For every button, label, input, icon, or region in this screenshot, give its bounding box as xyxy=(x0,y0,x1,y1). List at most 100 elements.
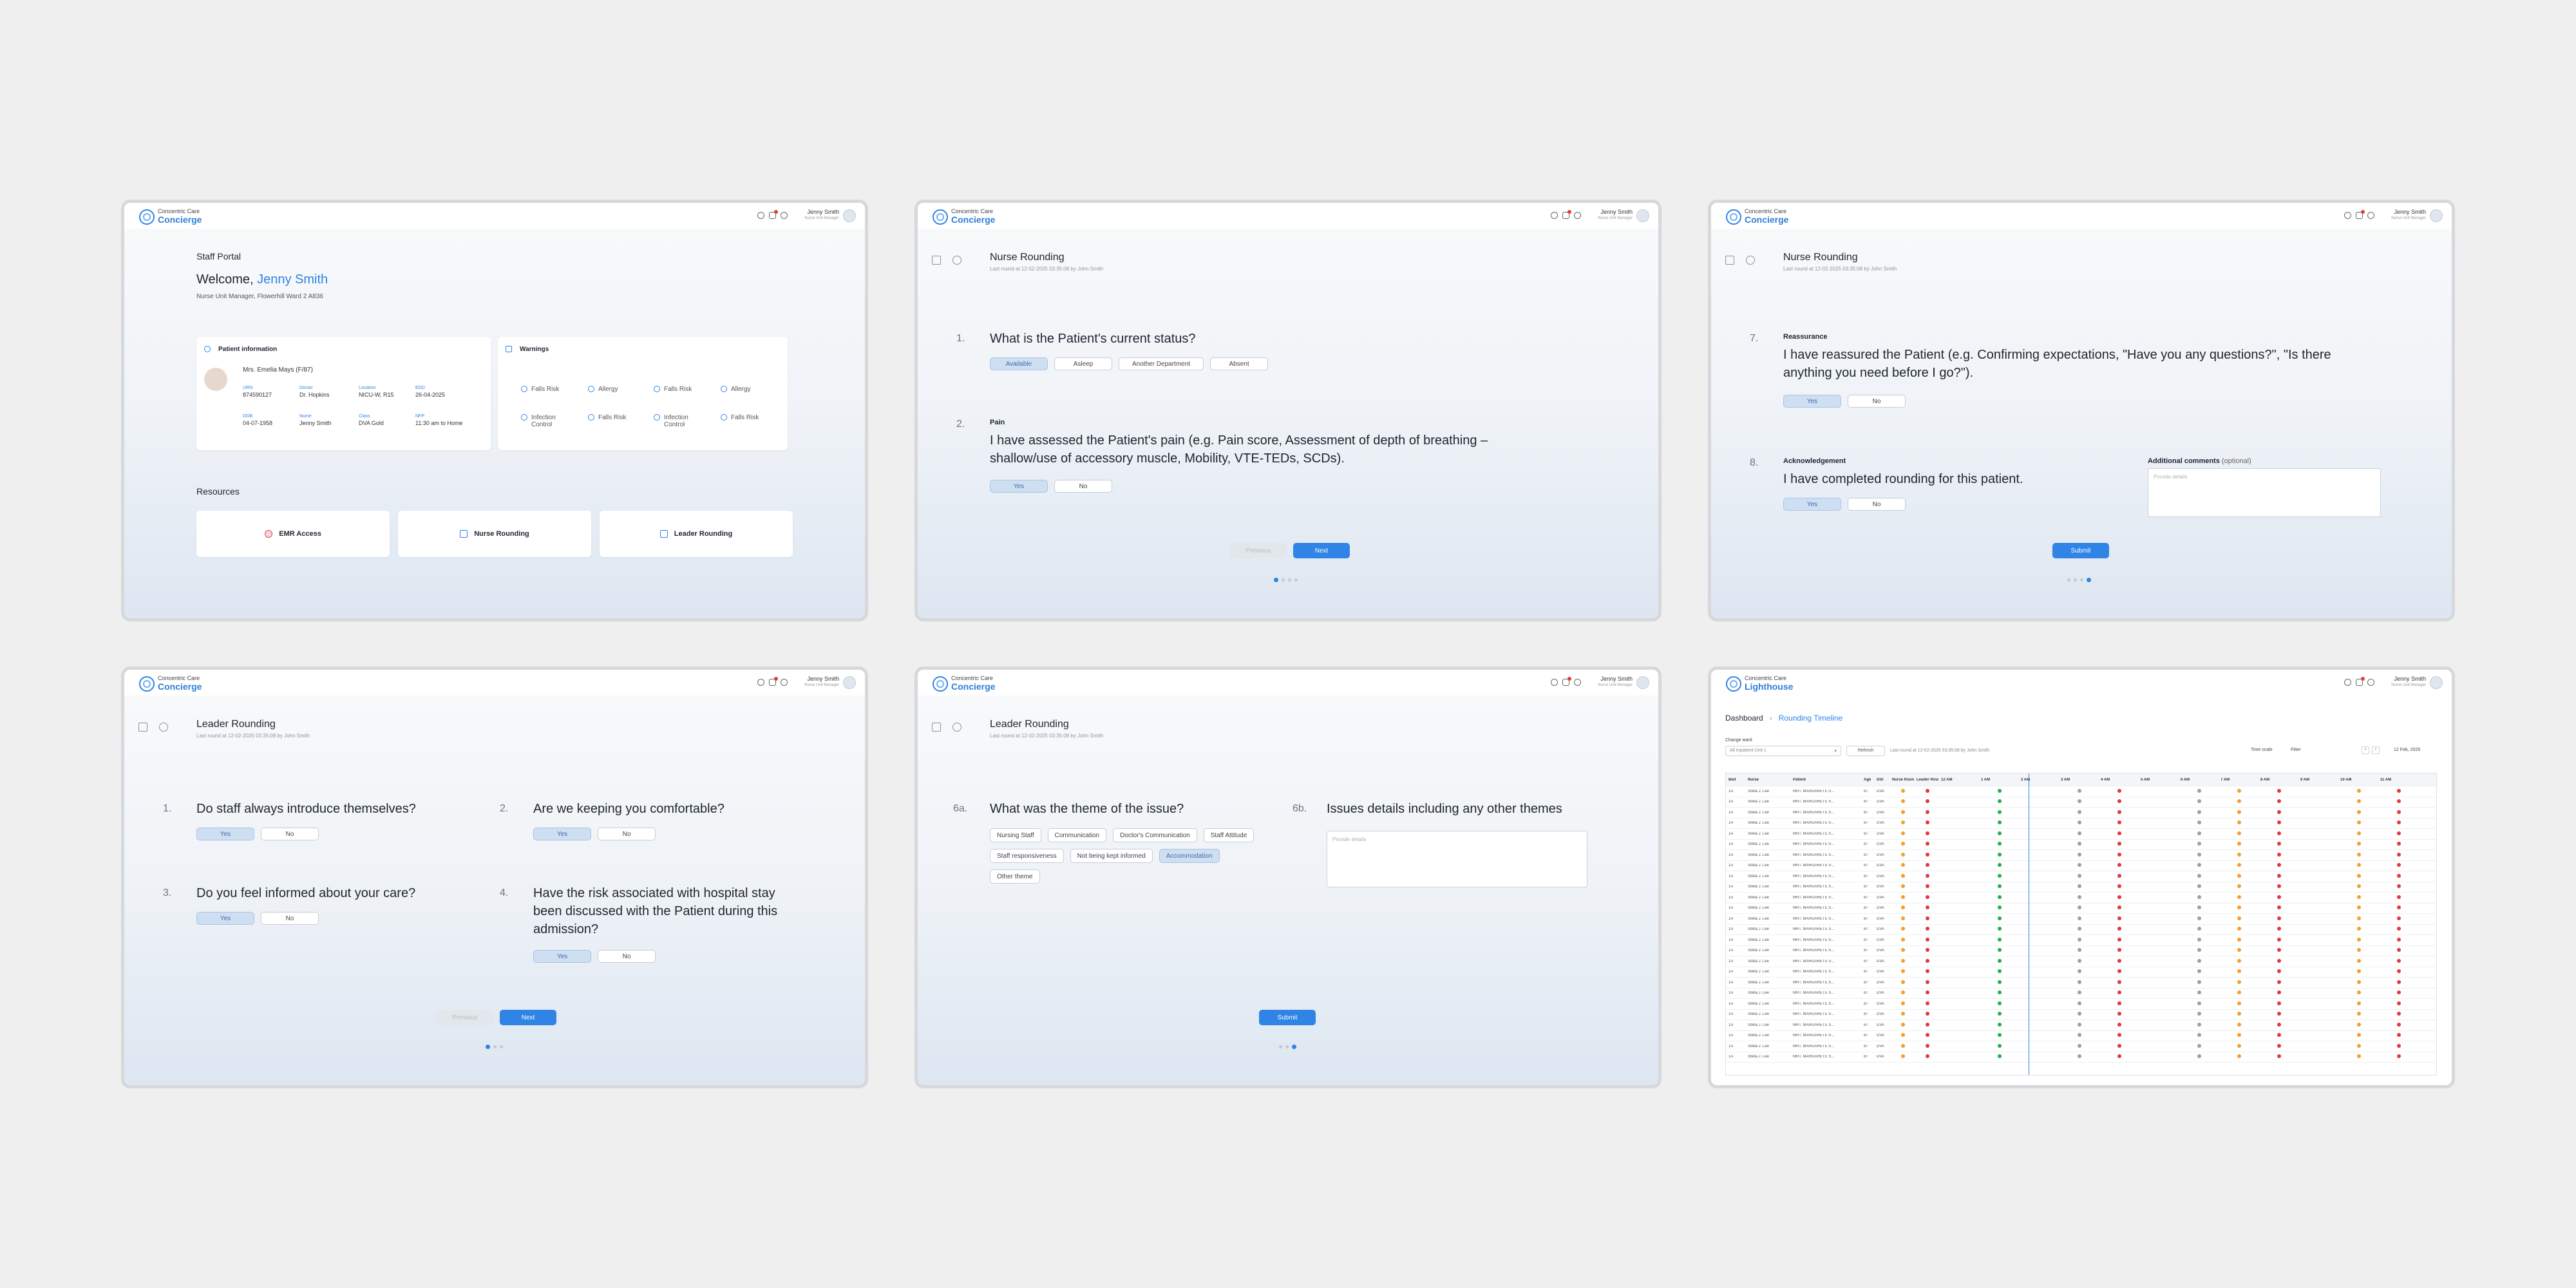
status-dot[interactable] xyxy=(1998,895,2002,899)
status-dot[interactable] xyxy=(2357,788,2361,793)
comments-textarea[interactable]: Provide details xyxy=(2148,468,2381,517)
status-dot[interactable] xyxy=(2117,895,2121,899)
settings-gear-icon[interactable] xyxy=(2367,679,2374,686)
status-dot[interactable] xyxy=(1926,873,1929,878)
status-dot[interactable] xyxy=(2197,884,2201,889)
yes-button[interactable]: Yes xyxy=(196,828,254,840)
issue-details-textarea[interactable]: Provide details xyxy=(1327,831,1587,887)
status-dot[interactable] xyxy=(2397,916,2401,920)
user-avatar[interactable] xyxy=(843,209,856,222)
status-dot[interactable] xyxy=(2117,958,2121,963)
page-dot[interactable] xyxy=(493,1045,497,1048)
status-dot[interactable] xyxy=(2117,1054,2121,1059)
status-dot[interactable] xyxy=(2237,969,2241,974)
status-dot[interactable] xyxy=(1926,958,1929,963)
home-icon[interactable] xyxy=(932,723,941,732)
status-dot[interactable] xyxy=(1926,937,1929,942)
status-dot[interactable] xyxy=(1926,1001,1929,1005)
status-dot[interactable] xyxy=(2197,990,2201,995)
status-dot[interactable] xyxy=(1901,863,1905,867)
status-dot[interactable] xyxy=(1998,990,2002,995)
status-dot[interactable] xyxy=(2397,1001,2401,1005)
status-dot[interactable] xyxy=(2397,980,2401,984)
status-dot[interactable] xyxy=(2117,873,2121,878)
page-dot[interactable] xyxy=(486,1045,490,1049)
status-dot[interactable] xyxy=(1926,990,1929,995)
status-dot[interactable] xyxy=(2237,948,2241,952)
status-dot[interactable] xyxy=(2197,895,2201,899)
status-dot[interactable] xyxy=(1901,820,1905,825)
status-dot[interactable] xyxy=(2397,958,2401,963)
status-dot[interactable] xyxy=(2237,884,2241,889)
status-dot[interactable] xyxy=(2078,990,2081,995)
table-row[interactable]: 1A Stella J. Lee MRT. MARGARETE S... 87 DVA xyxy=(1726,871,2436,882)
status-dot[interactable] xyxy=(2237,788,2241,793)
status-dot[interactable] xyxy=(2078,948,2081,952)
status-dot[interactable] xyxy=(2397,1054,2401,1059)
no-button[interactable]: No xyxy=(1848,498,1906,511)
status-dot[interactable] xyxy=(2117,905,2121,910)
status-dot[interactable] xyxy=(2397,1012,2401,1016)
status-dot[interactable] xyxy=(1901,1022,1905,1027)
option-another-department[interactable]: Another Department xyxy=(1119,357,1204,370)
status-dot[interactable] xyxy=(2197,831,2201,835)
status-dot[interactable] xyxy=(1926,927,1929,931)
status-dot[interactable] xyxy=(2277,831,2281,835)
status-dot[interactable] xyxy=(2078,842,2081,846)
status-dot[interactable] xyxy=(1926,905,1929,910)
status-dot[interactable] xyxy=(1998,1033,2002,1037)
status-dot[interactable] xyxy=(2277,820,2281,825)
table-row[interactable]: 1A Stella J. Lee MRT. MARGARETE S... 87 DVA xyxy=(1726,819,2436,829)
notification-bell-icon[interactable] xyxy=(769,210,778,219)
status-dot[interactable] xyxy=(1998,958,2002,963)
status-dot[interactable] xyxy=(2117,842,2121,846)
theme-staff-attitude[interactable]: Staff Attitude xyxy=(1203,828,1255,842)
status-dot[interactable] xyxy=(1901,842,1905,846)
status-dot[interactable] xyxy=(1998,1054,2002,1059)
status-dot[interactable] xyxy=(2397,990,2401,995)
table-row[interactable]: 1A Stella J. Lee MRT. MARGARETE S... 87 DVA xyxy=(1726,989,2436,999)
status-dot[interactable] xyxy=(2078,905,2081,910)
refresh-button[interactable]: Refresh xyxy=(1846,746,1885,756)
status-dot[interactable] xyxy=(2357,810,2361,814)
status-dot[interactable] xyxy=(2117,1043,2121,1048)
status-dot[interactable] xyxy=(1998,810,2002,814)
status-dot[interactable] xyxy=(2357,1001,2361,1005)
user-avatar[interactable] xyxy=(2430,676,2443,689)
status-dot[interactable] xyxy=(1901,990,1905,995)
status-dot[interactable] xyxy=(1901,810,1905,814)
timescale-dropdown[interactable]: Time scale xyxy=(2251,748,2273,752)
status-dot[interactable] xyxy=(2197,810,2201,814)
status-dot[interactable] xyxy=(2357,980,2361,984)
status-dot[interactable] xyxy=(2357,884,2361,889)
status-dot[interactable] xyxy=(2237,842,2241,846)
yes-button[interactable]: Yes xyxy=(990,480,1048,493)
status-dot[interactable] xyxy=(2397,810,2401,814)
status-dot[interactable] xyxy=(2197,948,2201,952)
notification-bell-icon[interactable] xyxy=(1562,210,1571,219)
status-dot[interactable] xyxy=(1926,799,1929,804)
status-dot[interactable] xyxy=(2397,873,2401,878)
status-dot[interactable] xyxy=(2117,820,2121,825)
status-dot[interactable] xyxy=(2357,820,2361,825)
breadcrumb-dashboard[interactable]: Dashboard xyxy=(1725,714,1763,723)
status-dot[interactable] xyxy=(1998,927,2002,931)
status-dot[interactable] xyxy=(1901,905,1905,910)
status-dot[interactable] xyxy=(2117,927,2121,931)
status-dot[interactable] xyxy=(2277,799,2281,804)
status-dot[interactable] xyxy=(2197,969,2201,974)
page-dot[interactable] xyxy=(1288,578,1291,582)
status-dot[interactable] xyxy=(2237,820,2241,825)
table-row[interactable]: 1A Stella J. Lee MRT. MARGARETE S... 87 DVA xyxy=(1726,904,2436,914)
status-dot[interactable] xyxy=(2277,863,2281,867)
status-dot[interactable] xyxy=(2078,884,2081,889)
table-row[interactable]: 1A Stella J. Lee MRT. MARGARETE S... 87 DVA xyxy=(1726,840,2436,850)
status-dot[interactable] xyxy=(2277,1054,2281,1059)
status-dot[interactable] xyxy=(2197,799,2201,804)
status-dot[interactable] xyxy=(2277,916,2281,920)
status-dot[interactable] xyxy=(2117,937,2121,942)
status-dot[interactable] xyxy=(2357,990,2361,995)
page-dot[interactable] xyxy=(2087,578,2091,582)
status-dot[interactable] xyxy=(2397,969,2401,974)
page-dot[interactable] xyxy=(500,1045,503,1048)
